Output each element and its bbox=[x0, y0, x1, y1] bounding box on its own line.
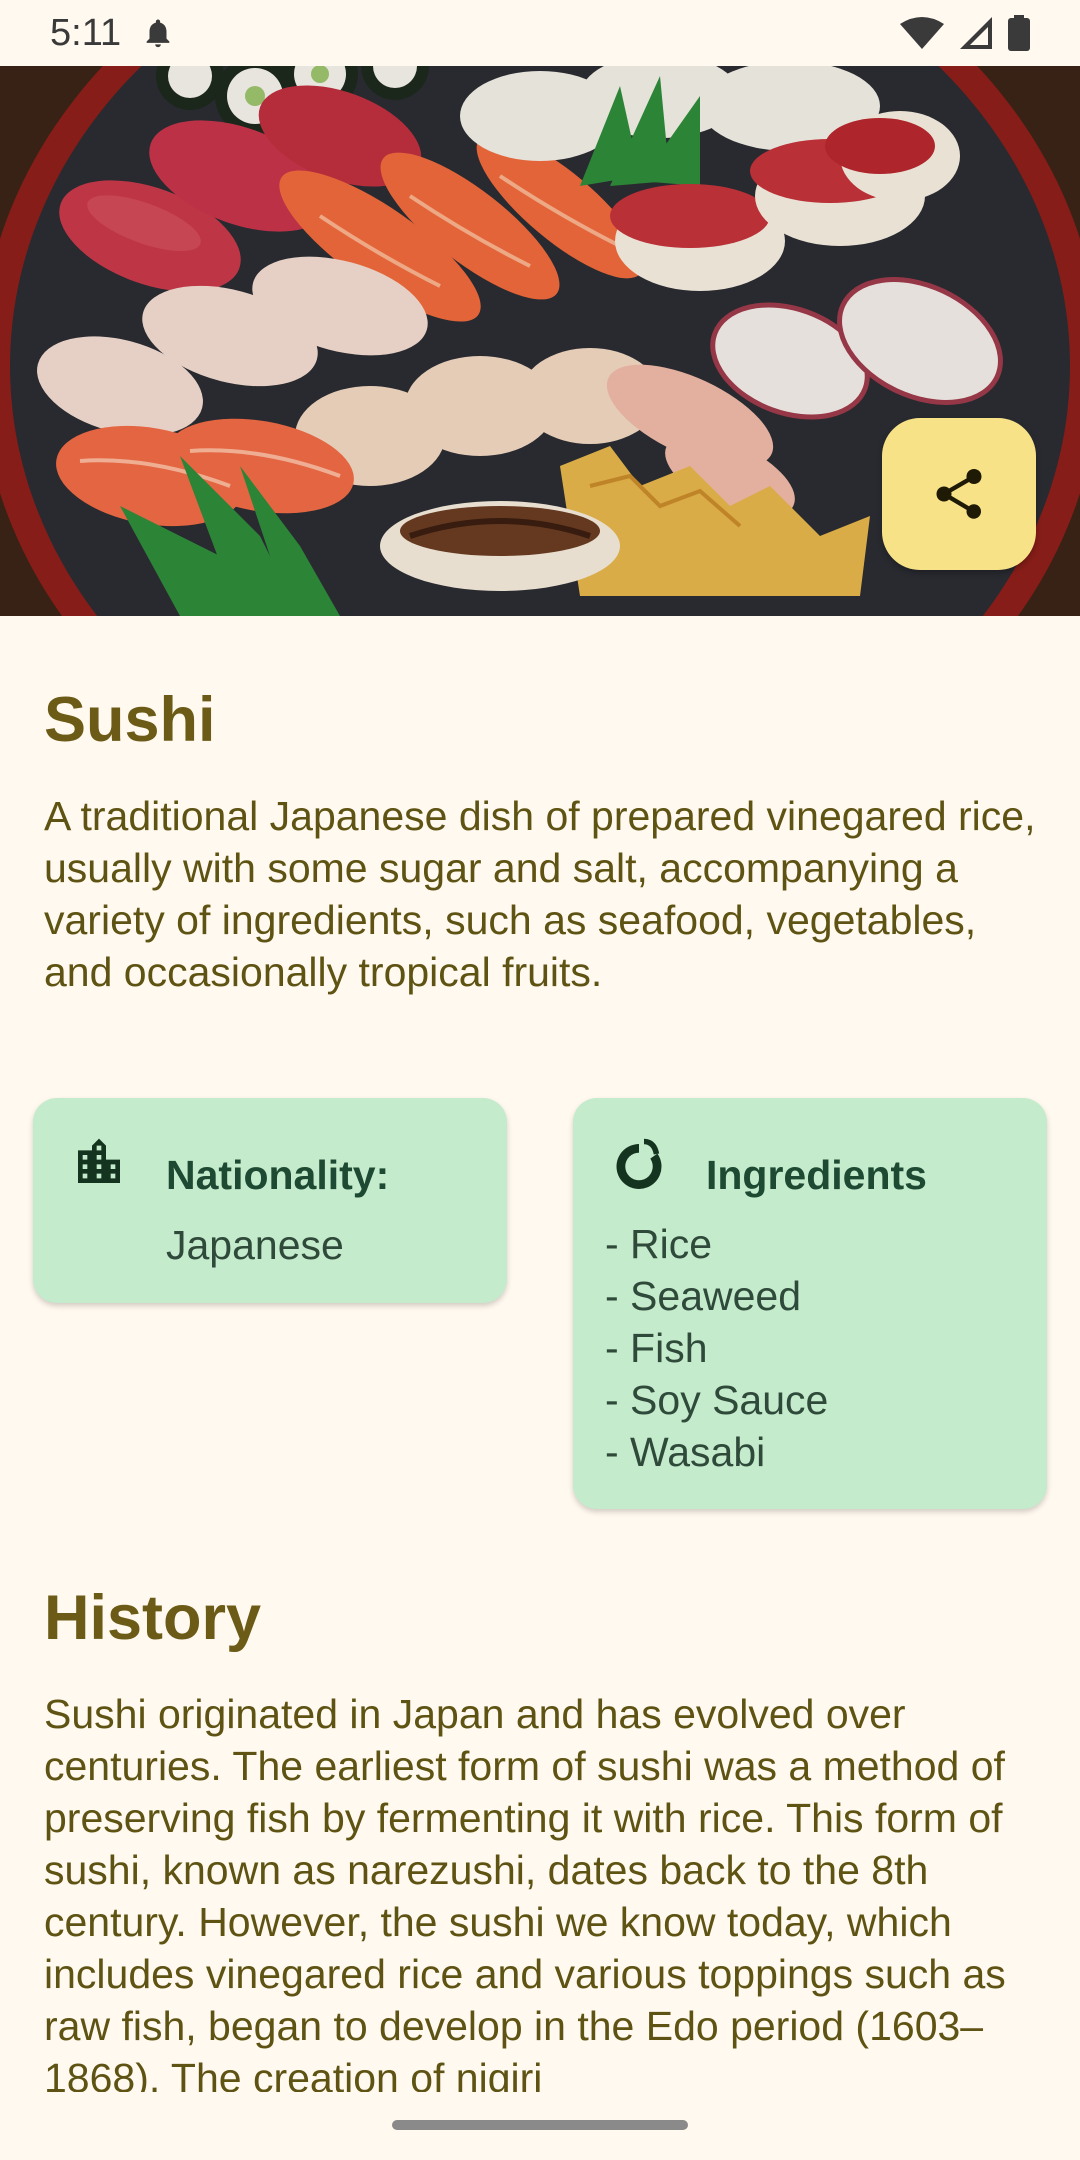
status-icons bbox=[900, 15, 1030, 51]
dish-description: A traditional Japanese dish of prepared … bbox=[44, 793, 1036, 995]
gesture-nav-handle[interactable] bbox=[392, 2120, 688, 2130]
ingredients-list: - Rice - Seaweed - Fish - Soy Sauce - Wa… bbox=[605, 1218, 828, 1478]
dish-title: Sushi bbox=[44, 685, 216, 755]
nationality-card: Nationality: Japanese bbox=[33, 1098, 507, 1303]
ingredient-item: - Fish bbox=[605, 1325, 708, 1371]
ingredient-item: - Seaweed bbox=[605, 1273, 802, 1319]
battery-icon bbox=[1008, 15, 1030, 51]
ingredient-item: - Rice bbox=[605, 1221, 713, 1267]
ingredients-card: Ingredients - Rice - Seaweed - Fish - So… bbox=[573, 1098, 1047, 1509]
cell-signal-icon bbox=[960, 17, 992, 49]
ingredient-icon bbox=[616, 1138, 664, 1189]
history-title: History bbox=[44, 1583, 262, 1653]
city-building-icon bbox=[78, 1138, 120, 1183]
history-text: Sushi originated in Japan and has evolve… bbox=[44, 1691, 1006, 2092]
ingredient-item: - Soy Sauce bbox=[605, 1377, 829, 1423]
nationality-value: Japanese bbox=[166, 1222, 344, 1268]
screen: 5:11 Sushi A traditional Japanese dish o… bbox=[0, 0, 1080, 2160]
status-time: 5:11 bbox=[50, 11, 122, 54]
share-button[interactable] bbox=[882, 418, 1036, 570]
share-icon bbox=[936, 469, 982, 519]
ingredient-item: - Wasabi bbox=[605, 1429, 766, 1475]
nationality-label: Nationality: bbox=[166, 1152, 390, 1198]
ingredients-label: Ingredients bbox=[706, 1152, 927, 1198]
notification-bell-icon bbox=[146, 19, 170, 48]
status-bar: 5:11 bbox=[0, 0, 1080, 66]
wifi-icon bbox=[900, 17, 944, 49]
